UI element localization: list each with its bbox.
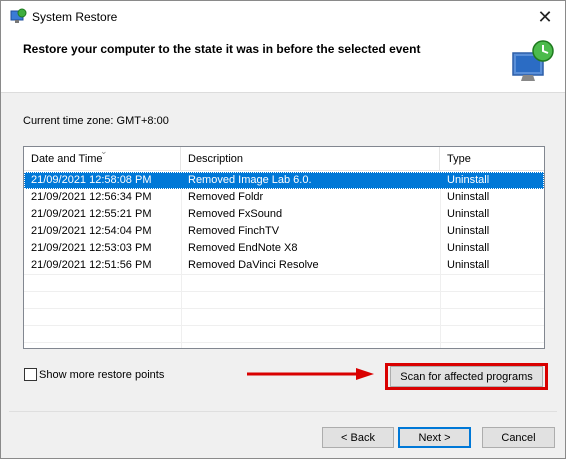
grid-line <box>24 291 544 292</box>
scan-button-label: Scan for affected programs <box>400 370 533 383</box>
column-type[interactable]: Type <box>440 147 544 171</box>
row-description: Removed FxSound <box>188 208 283 220</box>
row-type: Uninstall <box>447 225 490 237</box>
row-date: 21/09/2021 12:56:34 PM <box>31 191 152 203</box>
row-date: 21/09/2021 12:53:03 PM <box>31 242 152 254</box>
table-row-selected[interactable]: 21/09/2021 12:58:08 PM Removed Image Lab… <box>24 172 544 189</box>
next-button-label: Next > <box>418 431 451 444</box>
row-type: Uninstall <box>447 242 490 254</box>
row-type: Uninstall <box>447 259 490 271</box>
close-button[interactable]: ✕ <box>525 1 565 33</box>
row-description: Removed FinchTV <box>188 225 280 237</box>
column-description[interactable]: Description <box>181 147 440 171</box>
system-restore-window: System Restore ✕ Restore your computer t… <box>0 0 566 459</box>
header-instruction: Restore your computer to the state it wa… <box>23 42 421 56</box>
show-more-restore-points-checkbox[interactable]: Show more restore points <box>24 368 164 381</box>
back-button-label: < Back <box>341 431 375 444</box>
row-description: Removed EndNote X8 <box>188 242 298 254</box>
row-date: 21/09/2021 12:54:04 PM <box>31 225 152 237</box>
footer-divider <box>9 411 557 412</box>
restore-points-list[interactable]: ⌄ Date and Time Description Type 21/09/2… <box>23 146 545 349</box>
table-row[interactable]: 21/09/2021 12:51:56 PM Removed DaVinci R… <box>24 257 544 274</box>
column-type-label: Type <box>447 153 471 165</box>
row-description: Removed Foldr <box>188 191 264 203</box>
row-type: Uninstall <box>447 191 490 203</box>
table-row[interactable]: 21/09/2021 12:53:03 PM Removed EndNote X… <box>24 240 544 257</box>
close-icon: ✕ <box>537 6 553 27</box>
cancel-button[interactable]: Cancel <box>482 427 555 448</box>
current-time-zone: Current time zone: GMT+8:00 <box>23 115 169 127</box>
next-button[interactable]: Next > <box>398 427 471 448</box>
column-description-label: Description <box>188 153 244 165</box>
row-date: 21/09/2021 12:55:21 PM <box>31 208 152 220</box>
column-date-label: Date and Time <box>31 153 103 165</box>
row-description: Removed Image Lab 6.0. <box>188 174 312 186</box>
grid-line <box>24 274 544 275</box>
column-date-and-time[interactable]: ⌄ Date and Time <box>24 147 181 171</box>
system-restore-icon <box>10 8 27 23</box>
list-header: ⌄ Date and Time Description Type <box>24 147 544 171</box>
grid-line <box>24 325 544 326</box>
table-row[interactable]: 21/09/2021 12:54:04 PM Removed FinchTV U… <box>24 223 544 240</box>
wizard-header: Restore your computer to the state it wa… <box>1 33 565 93</box>
scan-for-affected-programs-button[interactable]: Scan for affected programs <box>390 366 543 387</box>
list-rows: 21/09/2021 12:58:08 PM Removed Image Lab… <box>24 172 544 274</box>
row-date: 21/09/2021 12:58:08 PM <box>31 174 152 186</box>
sort-caret-icon: ⌄ <box>100 146 108 156</box>
grid-line <box>24 308 544 309</box>
window-title: System Restore <box>32 10 118 24</box>
title-bar[interactable]: System Restore ✕ <box>1 1 565 33</box>
grid-line <box>24 342 544 343</box>
red-arrow-annotation <box>247 368 374 380</box>
row-date: 21/09/2021 12:51:56 PM <box>31 259 152 271</box>
restore-computer-icon <box>512 40 554 81</box>
table-row[interactable]: 21/09/2021 12:55:21 PM Removed FxSound U… <box>24 206 544 223</box>
back-button[interactable]: < Back <box>322 427 394 448</box>
row-type: Uninstall <box>447 208 490 220</box>
row-description: Removed DaVinci Resolve <box>188 259 319 271</box>
table-row[interactable]: 21/09/2021 12:56:34 PM Removed Foldr Uni… <box>24 189 544 206</box>
show-more-label: Show more restore points <box>39 368 165 381</box>
checkbox-box[interactable] <box>24 368 37 381</box>
row-type: Uninstall <box>447 174 490 186</box>
cancel-button-label: Cancel <box>501 431 536 444</box>
